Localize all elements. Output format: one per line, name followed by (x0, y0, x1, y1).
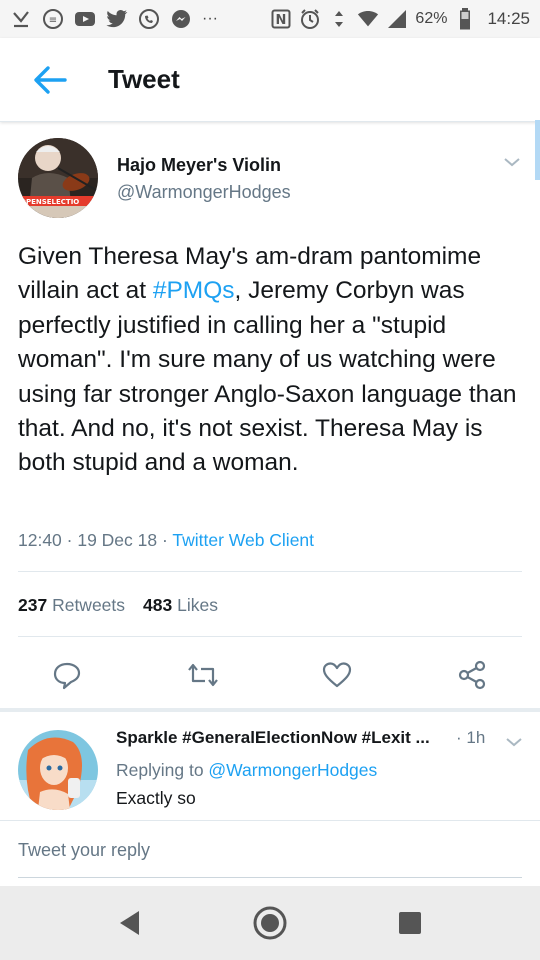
author-name[interactable]: Hajo Meyer's Violin (117, 155, 281, 176)
tweet-header: OPENSELECTIO Hajo Meyer's Violin @Warmon… (0, 122, 540, 222)
retweet-icon (188, 663, 218, 687)
likes-label: Likes (177, 595, 218, 615)
chevron-down-icon (504, 158, 520, 167)
reply-time: · 1h (456, 728, 486, 747)
like-button[interactable] (320, 658, 354, 692)
tweet-timestamp: 12:40 · 19 Dec 18 · (18, 530, 173, 550)
hashtag-link[interactable]: #PMQs (153, 277, 235, 304)
retweets-count: 237 (18, 595, 48, 615)
avatar[interactable] (18, 730, 98, 810)
tweet-options-button[interactable] (502, 152, 522, 172)
anime-avatar-image (18, 730, 98, 810)
status-bar: ≡ ··· N 62% 14:25 (0, 0, 540, 38)
data-transfer-icon (328, 8, 350, 30)
twitter-icon (106, 8, 128, 30)
tweet-text: Given Theresa May's am-dram pantomime vi… (18, 240, 523, 481)
reply-author-name[interactable]: Sparkle #GeneralElectionNow #Lexit ... (116, 728, 446, 748)
replying-prefix: Replying to (116, 760, 209, 780)
circle-home-icon (253, 906, 287, 940)
reply-icon (53, 662, 81, 690)
violinist-avatar-image: OPENSELECTIO (18, 138, 98, 218)
back-button[interactable] (30, 60, 70, 100)
triangle-back-icon (120, 911, 139, 935)
messenger-bolt-icon (170, 8, 192, 30)
tweet-text-end: , Jeremy Corbyn was perfectly justified … (18, 277, 517, 477)
battery-percent: 62% (415, 10, 448, 27)
retweet-button[interactable] (186, 658, 220, 692)
divider (0, 820, 540, 821)
share-button[interactable] (455, 658, 489, 692)
mention-link[interactable]: @WarmongerHodges (208, 760, 377, 780)
alarm-icon (299, 8, 321, 30)
divider (18, 571, 522, 572)
retweets-label: Retweets (52, 595, 126, 615)
retweets-stat[interactable]: 237 Retweets (18, 595, 125, 616)
heart-icon (322, 662, 352, 688)
nav-back-button[interactable] (106, 899, 154, 947)
tweet-meta: 12:40 · 19 Dec 18 · Twitter Web Client (18, 530, 314, 551)
svg-text:N: N (276, 13, 287, 28)
divider (18, 636, 522, 637)
likes-count: 483 (143, 595, 173, 615)
tweet-stats: 237 Retweets 483 Likes (18, 595, 218, 616)
battery-icon (454, 8, 476, 30)
svg-text:OPENSELECTIO: OPENSELECTIO (20, 198, 79, 206)
nav-recents-button[interactable] (386, 899, 434, 947)
youtube-icon (74, 8, 96, 30)
wifi-icon (357, 8, 379, 30)
square-recents-icon (399, 912, 421, 934)
reply-tweet[interactable]: Sparkle #GeneralElectionNow #Lexit ... ·… (0, 712, 540, 820)
reply-button[interactable] (50, 658, 84, 692)
client-link[interactable]: Twitter Web Client (172, 530, 314, 550)
messenger-icon: ≡ (42, 8, 64, 30)
tweet-actions (0, 652, 540, 698)
reply-text: Exactly so (116, 788, 196, 808)
svg-text:≡: ≡ (49, 15, 57, 26)
tweet-detail: OPENSELECTIO Hajo Meyer's Violin @Warmon… (0, 122, 540, 690)
system-icons: N 62% 14:25 (270, 8, 530, 30)
missed-call-icon (10, 8, 32, 30)
signal-icon (386, 8, 408, 30)
avatar[interactable]: OPENSELECTIO (18, 138, 98, 218)
likes-stat[interactable]: 483 Likes (143, 595, 218, 616)
author-handle[interactable]: @WarmongerHodges (117, 182, 291, 203)
navigation-bar (0, 886, 540, 960)
reply-input[interactable]: Tweet your reply (18, 840, 522, 878)
clock: 14:25 (487, 9, 530, 28)
more-notifications-icon: ··· (202, 10, 218, 27)
whatsapp-icon (138, 8, 160, 30)
app-bar: Tweet (0, 38, 540, 122)
nav-home-button[interactable] (246, 899, 294, 947)
back-arrow-icon (34, 65, 67, 94)
replying-to: Replying to @WarmongerHodges (116, 760, 377, 781)
page-title: Tweet (108, 64, 180, 94)
reply-options-button[interactable] (504, 732, 524, 752)
notification-icons: ≡ ··· (10, 8, 218, 30)
chevron-down-icon (506, 738, 522, 747)
nfc-icon: N (270, 8, 292, 30)
share-icon (458, 660, 486, 690)
